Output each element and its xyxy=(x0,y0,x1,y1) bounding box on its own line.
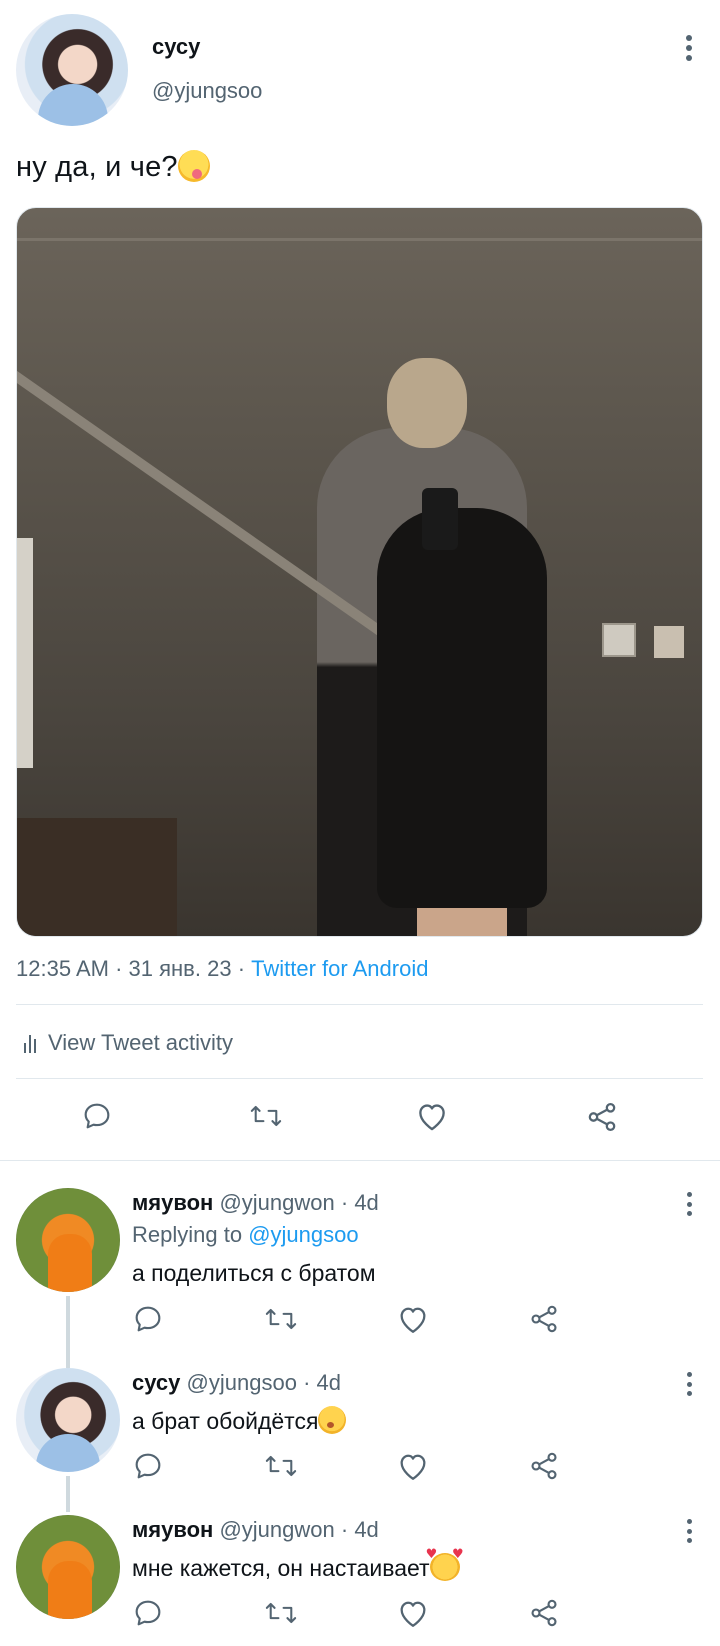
reply-text: а поделиться с братом xyxy=(132,1260,376,1286)
reply-author-name[interactable]: сусу xyxy=(132,1370,180,1395)
reply-avatar[interactable] xyxy=(16,1188,120,1292)
reply-text-body: а брат обойдётся xyxy=(132,1408,319,1434)
thread-line xyxy=(66,1296,70,1368)
reply-avatar[interactable] xyxy=(16,1368,120,1472)
reply-icon[interactable] xyxy=(132,1303,166,1337)
meta-separator: · xyxy=(340,1190,355,1215)
tweet-date: 31 янв. 23 xyxy=(128,956,232,981)
like-icon[interactable] xyxy=(396,1450,430,1484)
retweet-icon[interactable] xyxy=(263,1597,297,1631)
view-tweet-activity[interactable]: View Tweet activity xyxy=(24,1030,233,1056)
smiling-hearts-emoji xyxy=(426,1547,464,1581)
replying-prefix: Replying to xyxy=(132,1222,243,1247)
replying-to-link[interactable]: @yjungsoo xyxy=(248,1222,358,1247)
reply-icon[interactable] xyxy=(132,1450,166,1484)
author-handle[interactable]: @yjungsoo xyxy=(152,78,262,104)
like-icon[interactable] xyxy=(396,1303,430,1337)
reply-icon[interactable] xyxy=(132,1597,166,1631)
divider xyxy=(16,1004,703,1005)
share-icon[interactable] xyxy=(528,1303,562,1337)
meta-separator: · xyxy=(303,1370,317,1395)
reply-author-handle[interactable]: @yjungsoo xyxy=(187,1370,297,1395)
tweet-text-body: ну да, и че? xyxy=(16,151,178,183)
replying-to: Replying to @yjungsoo xyxy=(132,1222,359,1248)
share-icon[interactable] xyxy=(585,1100,625,1140)
reply-text: а брат обойдётся xyxy=(132,1406,347,1435)
reply-icon[interactable] xyxy=(81,1100,121,1140)
thread-line xyxy=(66,1476,70,1512)
reply-author-name[interactable]: мяувон xyxy=(132,1517,213,1542)
analytics-icon xyxy=(24,1033,36,1053)
reply-age: 4d xyxy=(354,1517,379,1542)
reply-author-name[interactable]: мяувон xyxy=(132,1190,213,1215)
more-icon[interactable] xyxy=(682,1192,696,1216)
share-icon[interactable] xyxy=(528,1450,562,1484)
divider xyxy=(0,1160,720,1161)
divider xyxy=(16,1078,703,1079)
author-avatar[interactable] xyxy=(16,14,128,126)
yum-emoji xyxy=(177,150,210,182)
meta-separator: · xyxy=(237,956,252,981)
meta-separator: · xyxy=(340,1517,355,1542)
reply-text: мне кажется, он настаивает xyxy=(132,1547,464,1582)
meta-separator: · xyxy=(115,956,129,981)
author-name[interactable]: сусу xyxy=(152,34,200,60)
reply-age: 4d xyxy=(354,1190,379,1215)
more-icon[interactable] xyxy=(682,1519,696,1543)
reply-header: мяувон @yjungwon · 4d xyxy=(132,1190,379,1216)
activity-label: View Tweet activity xyxy=(48,1030,234,1055)
like-icon[interactable] xyxy=(414,1100,454,1140)
tweet-photo[interactable] xyxy=(16,207,703,937)
tweet-text: ну да, и че? xyxy=(16,150,210,184)
more-icon[interactable] xyxy=(679,35,699,61)
kissing-emoji xyxy=(318,1406,347,1434)
reply-avatar[interactable] xyxy=(16,1515,120,1619)
reply-author-handle[interactable]: @yjungwon xyxy=(219,1517,334,1542)
like-icon[interactable] xyxy=(396,1597,430,1631)
tweet-meta: 12:35 AM · 31 янв. 23 · Twitter for Andr… xyxy=(16,956,428,982)
reply-author-handle[interactable]: @yjungwon xyxy=(219,1190,334,1215)
reply-text-body: мне кажется, он настаивает xyxy=(132,1555,430,1581)
tweet-source-link[interactable]: Twitter for Android xyxy=(251,956,428,981)
retweet-icon[interactable] xyxy=(248,1100,288,1140)
retweet-icon[interactable] xyxy=(263,1303,297,1337)
share-icon[interactable] xyxy=(528,1597,562,1631)
retweet-icon[interactable] xyxy=(263,1450,297,1484)
tweet-time: 12:35 AM xyxy=(16,956,109,981)
reply-header: мяувон @yjungwon · 4d xyxy=(132,1517,379,1543)
reply-age: 4d xyxy=(316,1370,341,1395)
more-icon[interactable] xyxy=(682,1372,696,1396)
reply-header: сусу @yjungsoo · 4d xyxy=(132,1370,341,1396)
